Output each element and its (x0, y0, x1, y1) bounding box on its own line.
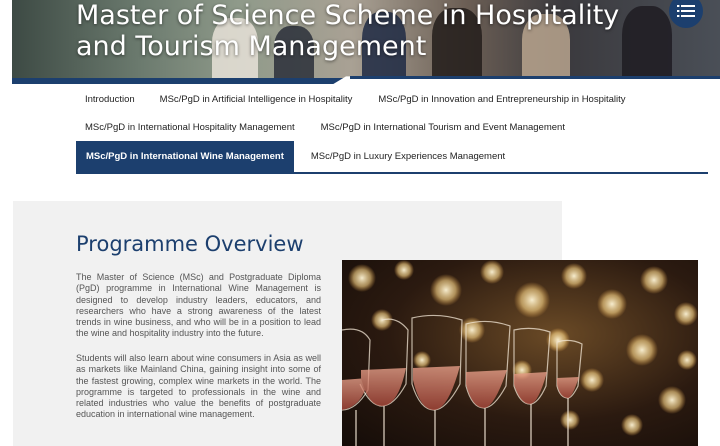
tab-introduction[interactable]: Introduction (76, 85, 160, 113)
page-title-line1: Master of Science Scheme in Hospitality (76, 0, 620, 31)
tab-innovation-entrepreneurship[interactable]: MSc/PgD in Innovation and Entrepreneursh… (378, 85, 635, 113)
programme-tabs: Introduction MSc/PgD in Artificial Intel… (76, 86, 708, 174)
tab-luxury-experiences[interactable]: MSc/PgD in Luxury Experiences Management (294, 143, 515, 171)
overview-paragraph-2: Students will also learn about wine cons… (76, 353, 321, 420)
tab-row-3: MSc/PgD in International Wine Management… (76, 141, 708, 172)
overview-heading: Programme Overview (76, 232, 304, 256)
page-title: Master of Science Scheme in Hospitality … (76, 0, 636, 62)
tab-international-hospitality[interactable]: MSc/PgD in International Hospitality Man… (76, 113, 321, 141)
tab-row-1: Introduction MSc/PgD in Artificial Intel… (76, 85, 708, 113)
tabs-underline (76, 172, 708, 174)
tab-ai-hospitality[interactable]: MSc/PgD in Artificial Intelligence in Ho… (160, 85, 379, 113)
tab-tourism-event[interactable]: MSc/PgD in International Tourism and Eve… (321, 113, 575, 141)
tab-row-2: MSc/PgD in International Hospitality Man… (76, 113, 708, 141)
list-menu-icon (677, 5, 695, 17)
hero-banner: Master of Science Scheme in Hospitality … (0, 0, 720, 86)
tab-international-wine[interactable]: MSc/PgD in International Wine Management (76, 141, 294, 172)
wine-glasses-photo (342, 260, 698, 446)
hero-accent-line (350, 76, 720, 79)
wine-glasses-illustration (342, 260, 698, 446)
page-title-line2: and Tourism Management (76, 31, 427, 62)
overview-paragraph-1: The Master of Science (MSc) and Postgrad… (76, 272, 321, 339)
